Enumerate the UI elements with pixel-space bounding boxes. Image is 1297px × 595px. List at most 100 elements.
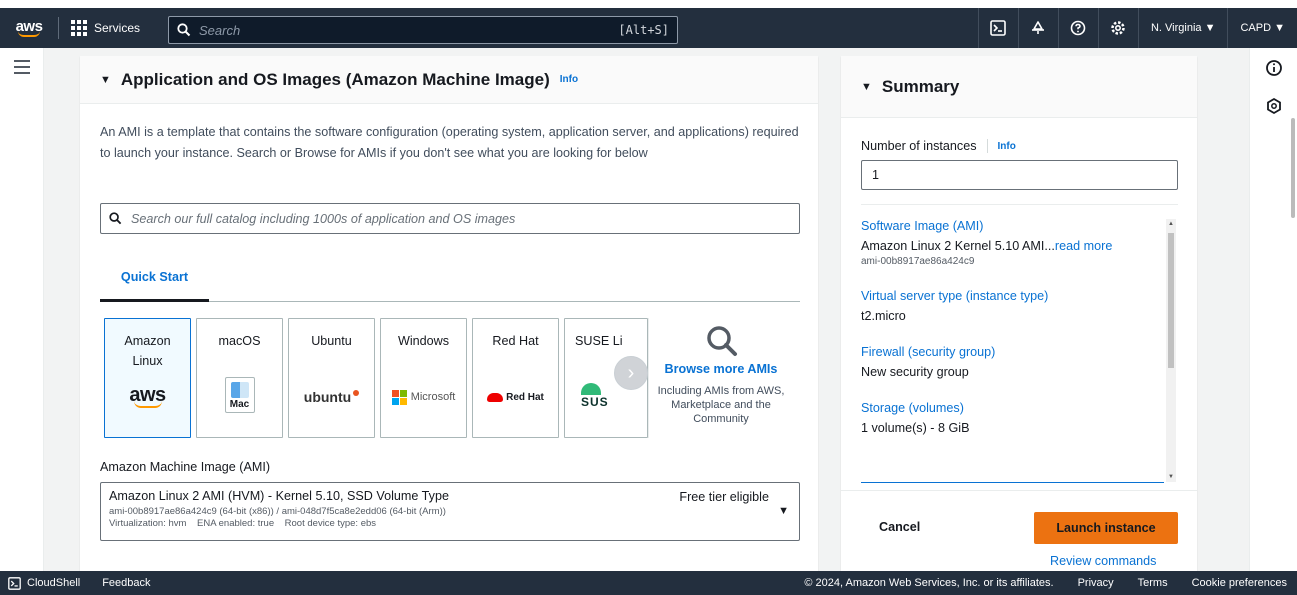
mac-finder-icon: Mac bbox=[197, 377, 282, 413]
storage-block: Storage (volumes) 1 volume(s) - 8 GiB bbox=[861, 401, 1161, 435]
instance-type-block: Virtual server type (instance type) t2.m… bbox=[861, 289, 1161, 323]
ami-meta: Virtualization: hvm ENA enabled: true Ro… bbox=[109, 518, 377, 529]
redhat-logo-icon: Red Hat bbox=[473, 379, 558, 415]
scroll-up-icon[interactable]: ▲ bbox=[1168, 221, 1174, 227]
tile-macos[interactable]: macOS Mac bbox=[196, 318, 283, 438]
read-more-link[interactable]: read more bbox=[1055, 239, 1112, 253]
scroll-down-icon[interactable]: ▼ bbox=[1168, 474, 1174, 480]
firewall-value: New security group bbox=[861, 365, 969, 379]
instances-input[interactable]: 1 bbox=[861, 160, 1178, 190]
services-label: Services bbox=[94, 21, 141, 35]
firewall-link[interactable]: Firewall (security group) bbox=[861, 345, 1161, 359]
account-menu[interactable]: CAPD ▼ bbox=[1227, 8, 1297, 48]
ami-ids: ami-00b8917ae86a424c9 (64-bit (x86)) / a… bbox=[109, 506, 446, 517]
cloudshell-icon[interactable] bbox=[977, 8, 1018, 48]
tile-logo-text: Mac bbox=[229, 399, 250, 410]
tile-logo-text: Microsoft bbox=[410, 391, 456, 403]
ami-panel-title: Application and OS Images (Amazon Machin… bbox=[120, 69, 550, 89]
cookie-preferences-link[interactable]: Cookie preferences bbox=[1192, 577, 1287, 589]
ubuntu-logo-icon: ubuntu bbox=[289, 379, 374, 415]
browse-title: Browse more AMIs bbox=[664, 362, 778, 376]
tile-label: SUSE Li bbox=[575, 334, 623, 348]
chevron-right-icon[interactable]: › bbox=[614, 356, 648, 390]
copyright-text: © 2024, Amazon Web Services, Inc. or its… bbox=[804, 577, 1054, 589]
tile-label: Amazon Linux bbox=[124, 334, 171, 368]
caret-down-icon: ▼ bbox=[861, 80, 872, 93]
instances-label: Number of instances bbox=[861, 139, 977, 153]
storage-link[interactable]: Storage (volumes) bbox=[861, 401, 1161, 415]
info-icon[interactable] bbox=[1265, 59, 1283, 77]
tile-ubuntu[interactable]: Ubuntu ubuntu bbox=[288, 318, 375, 438]
launch-instance-button[interactable]: Launch instance bbox=[1034, 512, 1178, 544]
software-image-id: ami-00b8917ae86a424c9 bbox=[861, 256, 975, 267]
instances-label-row: Number of instances Info bbox=[861, 139, 1016, 153]
page-scrollbar[interactable] bbox=[1291, 118, 1295, 218]
divider bbox=[861, 204, 1178, 205]
search-icon bbox=[109, 212, 122, 225]
left-rail bbox=[0, 48, 44, 571]
free-tier-badge: Free tier eligible bbox=[679, 490, 769, 504]
instance-type-link[interactable]: Virtual server type (instance type) bbox=[861, 289, 1161, 303]
review-commands-link[interactable]: Review commands bbox=[1050, 554, 1156, 568]
summary-header[interactable]: ▼ Summary bbox=[841, 56, 1197, 118]
right-rail bbox=[1249, 48, 1297, 571]
software-image-value: Amazon Linux 2 Kernel 5.10 AMI...read mo… bbox=[861, 239, 1161, 253]
instance-type-value: t2.micro bbox=[861, 309, 906, 323]
aws-logo[interactable]: aws bbox=[0, 8, 58, 48]
catalog-search-placeholder: Search our full catalog including 1000s … bbox=[131, 211, 516, 226]
cancel-button[interactable]: Cancel bbox=[879, 520, 920, 534]
tile-label: Windows bbox=[397, 334, 450, 348]
region-selector[interactable]: N. Virginia ▼ bbox=[1137, 8, 1228, 48]
nav-right-group: N. Virginia ▼ CAPD ▼ bbox=[977, 8, 1297, 48]
catalog-search-input[interactable]: Search our full catalog including 1000s … bbox=[100, 203, 800, 234]
gear-icon[interactable] bbox=[1097, 8, 1138, 48]
summary-details: Software Image (AMI) Amazon Linux 2 Kern… bbox=[861, 219, 1161, 489]
software-image-block: Software Image (AMI) Amazon Linux 2 Kern… bbox=[861, 219, 1161, 267]
cloudshell-label: CloudShell bbox=[27, 577, 81, 589]
caret-down-icon: ▼ bbox=[778, 505, 789, 517]
tile-logo-text: SUS bbox=[581, 395, 609, 409]
search-icon bbox=[177, 23, 191, 37]
ami-tabs: Quick Start bbox=[100, 254, 800, 302]
tile-logo-text: Red Hat bbox=[506, 391, 544, 403]
hexagon-icon[interactable] bbox=[1265, 97, 1283, 115]
grid-icon bbox=[71, 20, 87, 36]
help-icon[interactable] bbox=[1057, 8, 1098, 48]
tile-windows[interactable]: Windows Microsoft bbox=[380, 318, 467, 438]
tab-quick-start[interactable]: Quick Start bbox=[100, 254, 209, 302]
summary-scrollbar[interactable]: ▲ ▼ bbox=[1166, 219, 1176, 482]
tile-red-hat[interactable]: Red Hat Red Hat bbox=[472, 318, 559, 438]
ami-description: An AMI is a template that contains the s… bbox=[100, 125, 799, 160]
ami-select-label: Amazon Machine Image (AMI) bbox=[100, 460, 271, 474]
cloudshell-button[interactable]: CloudShell bbox=[8, 576, 81, 590]
hamburger-icon[interactable] bbox=[14, 60, 30, 78]
software-image-link[interactable]: Software Image (AMI) bbox=[861, 219, 1161, 233]
magnifier-icon bbox=[707, 326, 737, 356]
aws-smile-icon bbox=[18, 31, 40, 37]
search-placeholder: Search bbox=[199, 22, 241, 38]
caret-down-icon: ▼ bbox=[100, 73, 111, 86]
services-menu-button[interactable]: Services bbox=[59, 8, 152, 48]
scroll-thumb[interactable] bbox=[1168, 233, 1174, 368]
ami-info-link[interactable]: Info bbox=[560, 74, 578, 85]
feedback-link[interactable]: Feedback bbox=[102, 577, 150, 589]
ami-panel: ▼ Application and OS Images (Amazon Mach… bbox=[80, 56, 818, 576]
tile-label: Red Hat bbox=[492, 334, 539, 348]
ami-select[interactable]: Amazon Linux 2 AMI (HVM) - Kernel 5.10, … bbox=[100, 482, 800, 541]
privacy-link[interactable]: Privacy bbox=[1078, 577, 1114, 589]
divider bbox=[986, 139, 988, 153]
footer-right: © 2024, Amazon Web Services, Inc. or its… bbox=[804, 577, 1287, 589]
firewall-block: Firewall (security group) New security g… bbox=[861, 345, 1161, 379]
summary-panel: ▼ Summary Number of instances Info 1 Sof… bbox=[841, 56, 1197, 576]
aws-logo-icon: aws bbox=[105, 379, 190, 415]
terms-link[interactable]: Terms bbox=[1138, 577, 1168, 589]
software-image-text: Amazon Linux 2 Kernel 5.10 AMI... bbox=[861, 239, 1055, 253]
bell-icon[interactable] bbox=[1017, 8, 1058, 48]
global-search-input[interactable]: Search [Alt+S] bbox=[168, 16, 678, 44]
instances-info-link[interactable]: Info bbox=[998, 141, 1016, 152]
storage-value: 1 volume(s) - 8 GiB bbox=[861, 421, 970, 435]
tile-amazon-linux[interactable]: Amazon Linux aws bbox=[104, 318, 191, 438]
ami-panel-header[interactable]: ▼ Application and OS Images (Amazon Mach… bbox=[80, 56, 818, 104]
search-shortcut: [Alt+S] bbox=[618, 23, 669, 37]
browse-more-amis[interactable]: Browse more AMIs Including AMIs from AWS… bbox=[648, 318, 793, 438]
